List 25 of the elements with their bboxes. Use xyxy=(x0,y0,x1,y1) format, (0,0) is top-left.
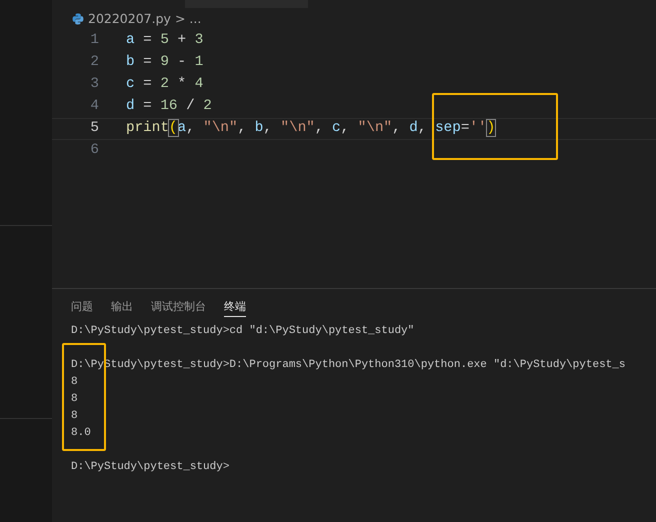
panel-tab[interactable]: 调试控制台 xyxy=(151,299,206,317)
terminal-line: 8 xyxy=(71,375,79,390)
breadcrumb-more[interactable]: ... xyxy=(189,10,202,28)
breadcrumb-file[interactable]: 20220207.py xyxy=(88,10,171,28)
panel-tab[interactable]: 输出 xyxy=(111,299,133,317)
terminal-line: 8 xyxy=(71,392,79,407)
line-number: 5 xyxy=(89,119,99,138)
line-number: 3 xyxy=(89,75,99,94)
code-line: c = 2 * 4 xyxy=(126,75,204,94)
python-file-icon xyxy=(72,13,84,25)
panel-tab[interactable]: 终端 xyxy=(224,299,246,317)
terminal-line: D:\PyStudy\pytest_study>cd "d:\PyStudy\pytest_study" xyxy=(71,324,416,339)
line-number: 4 xyxy=(89,97,99,116)
code-line: b = 9 - 1 xyxy=(126,53,204,72)
terminal-line: D:\PyStudy\pytest_study> xyxy=(71,460,230,475)
code-line: a = 5 + 3 xyxy=(126,31,204,50)
line-number: 1 xyxy=(89,31,99,50)
code-line: d = 16 / 2 xyxy=(126,97,212,116)
code-line: print(a, "\n", b, "\n", c, "\n", d, sep='') xyxy=(126,119,496,138)
panel-tab[interactable]: 问题 xyxy=(71,299,93,317)
line-number: 2 xyxy=(89,53,99,72)
terminal-line: 8 xyxy=(71,409,79,424)
breadcrumb-separator: > xyxy=(174,10,186,28)
line-number: 6 xyxy=(89,141,99,160)
terminal-line: 8.0 xyxy=(71,426,92,441)
